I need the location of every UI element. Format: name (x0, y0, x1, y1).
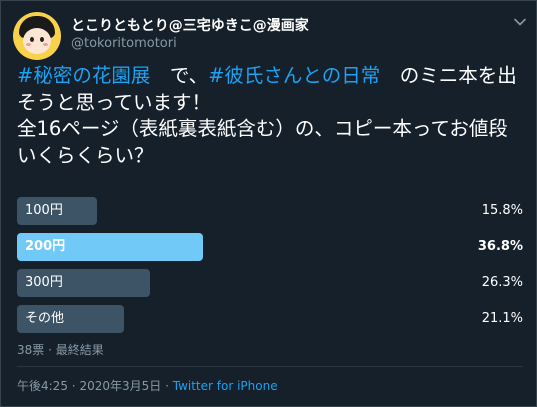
author-handle[interactable]: @tokoritomotori (71, 36, 177, 51)
tweet-source-link[interactable]: Twitter for iPhone (173, 379, 278, 393)
poll-summary: 38票 · 最終結果 (17, 341, 104, 358)
poll-option-percent: 15.8% (481, 203, 523, 218)
hashtag-link[interactable]: #秘密の花園展 (17, 64, 150, 87)
poll-option-label: 300円 (25, 275, 63, 290)
author-display-name[interactable]: とこりともとり@三宅ゆきこ@漫画家 (71, 15, 309, 35)
chevron-down-icon[interactable] (513, 15, 527, 29)
avatar-cheek (43, 43, 48, 46)
hashtag-link[interactable]: #彼氏さんとの日常 (208, 64, 380, 87)
avatar-eye (30, 37, 34, 42)
poll-option-200: 200円 36.8% (17, 233, 523, 261)
separator-dot: · (48, 343, 52, 357)
tweet-text: #秘密の花園展 で、#彼氏さんとの日常 のミニ本を出そうと思っています！ 全16… (17, 63, 525, 169)
tweet-timestamp: 午後4:25 · 2020年3月5日 · Twitter for iPhone (17, 377, 278, 394)
poll-status: 最終結果 (55, 343, 104, 357)
poll-option-label: その他 (25, 311, 65, 326)
poll-option-100: 100円 15.8% (17, 197, 523, 225)
poll-option-300: 300円 26.3% (17, 269, 523, 297)
poll-option-percent: 26.3% (481, 275, 523, 290)
poll-option-label: 200円 (25, 239, 66, 254)
tweet-date[interactable]: 2020年3月5日 (79, 379, 161, 393)
tweet-text-segment: で、 (150, 64, 209, 87)
separator-dot: · (71, 379, 76, 393)
poll-option-other: その他 21.1% (17, 305, 523, 333)
poll-option-percent: 21.1% (481, 311, 523, 326)
tweet-time[interactable]: 午後4:25 (17, 379, 68, 393)
poll-option-label: 100円 (25, 203, 63, 218)
separator-dot: · (165, 379, 169, 393)
tweet-text-segment: 全16ページ（表紙裏表紙含む）の、コピー本ってお値段いくらくらい？ (17, 117, 508, 167)
poll-option-percent: 36.8% (477, 239, 523, 254)
tweet-card: とこりともとり@三宅ゆきこ@漫画家 @tokoritomotori #秘密の花園… (0, 0, 537, 407)
avatar[interactable] (13, 12, 61, 60)
avatar-face (23, 28, 51, 54)
avatar-eye (40, 37, 44, 42)
divider (17, 366, 523, 367)
avatar-cheek (26, 43, 31, 46)
poll-vote-count: 38票 (17, 343, 45, 357)
